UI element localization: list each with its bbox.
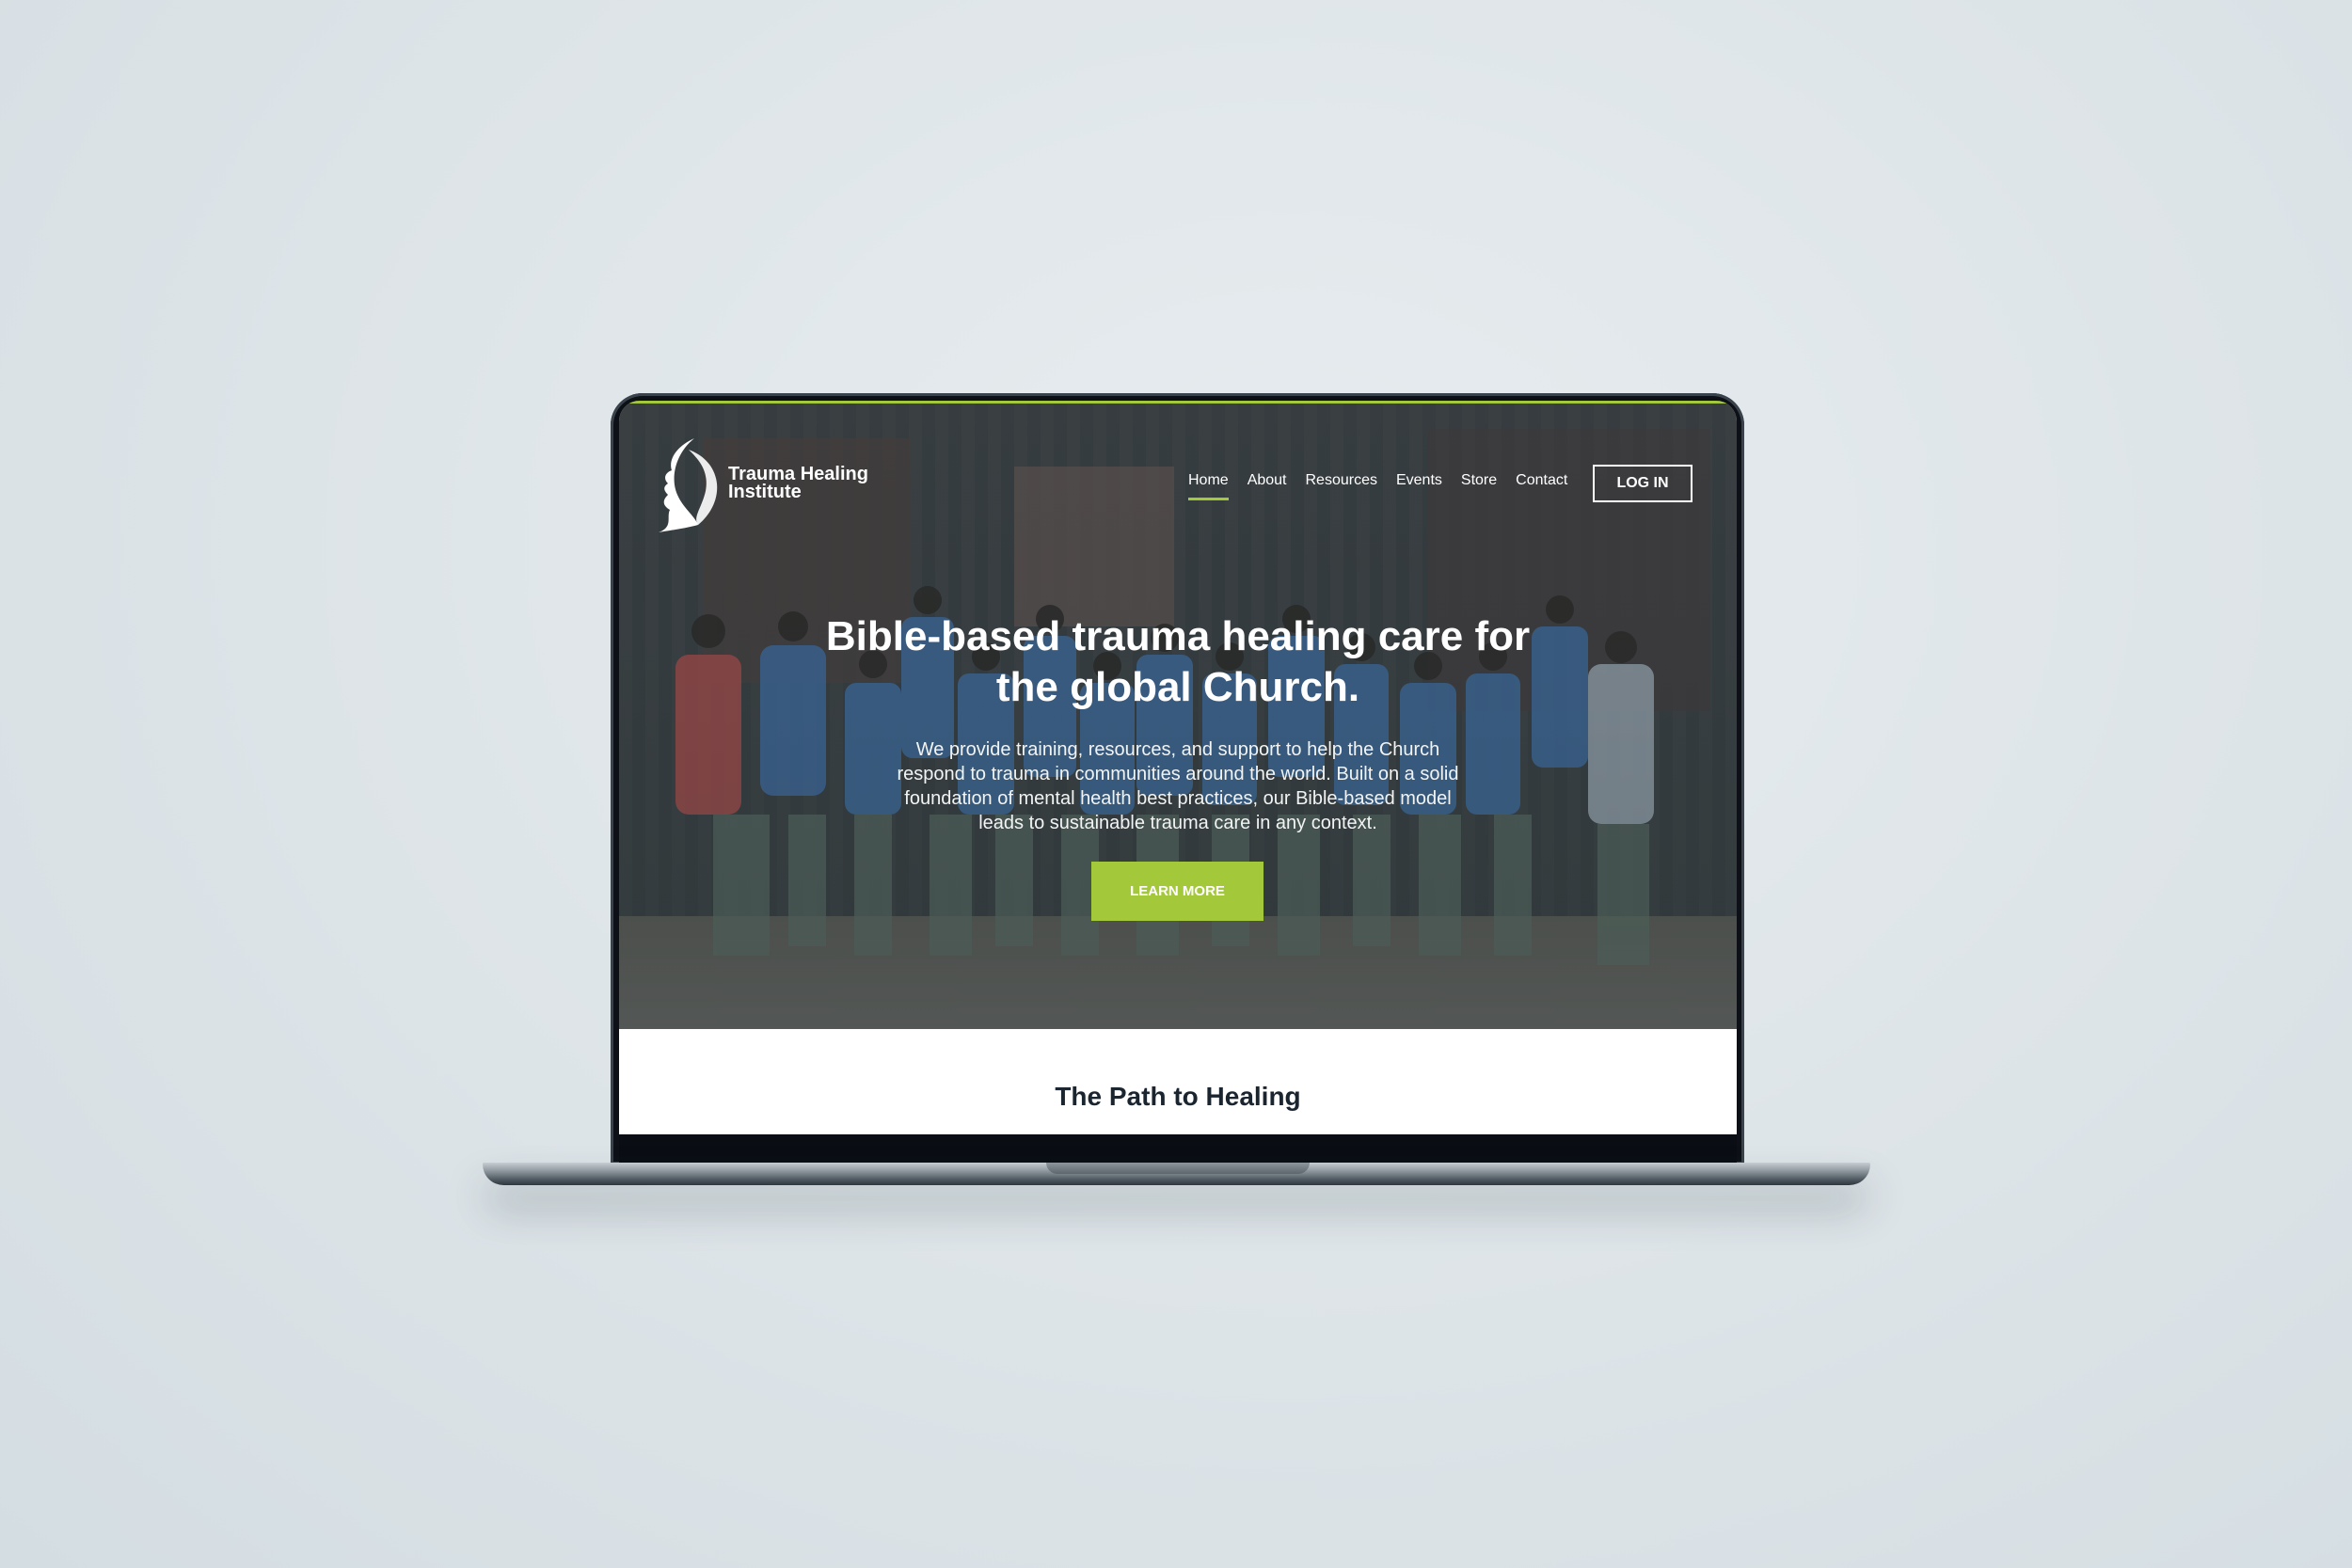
section-title: The Path to Healing — [1055, 1082, 1301, 1111]
path-to-healing-section: The Path to Healing — [619, 1029, 1737, 1134]
logo-text-line2: Institute — [728, 482, 802, 502]
main-nav: Home About Resources Events Store Contac… — [1188, 472, 1567, 500]
profile-face-icon — [659, 438, 718, 532]
learn-more-button[interactable]: LEARN MORE — [1091, 862, 1263, 921]
nav-item-store[interactable]: Store — [1461, 472, 1497, 500]
laptop-bottom-bezel — [619, 1134, 1737, 1163]
nav-item-contact[interactable]: Contact — [1516, 472, 1567, 500]
nav-item-events[interactable]: Events — [1396, 472, 1442, 500]
hero-description: We provide training, resources, and supp… — [897, 739, 1459, 833]
site-logo[interactable]: Trauma Healing Institute — [657, 435, 868, 532]
hero-title: Bible-based trauma healing care for the … — [825, 613, 1531, 710]
nav-item-home[interactable]: Home — [1188, 472, 1229, 500]
nav-item-about[interactable]: About — [1248, 472, 1287, 500]
nav-item-resources[interactable]: Resources — [1306, 472, 1377, 500]
login-button[interactable]: LOG IN — [1593, 465, 1692, 502]
hero-banner: Trauma Healing Institute Home About Reso… — [619, 401, 1737, 1029]
laptop-screen: Trauma Healing Institute Home About Reso… — [619, 401, 1737, 1134]
top-accent-line — [619, 401, 1737, 404]
laptop-base-notch — [1046, 1163, 1310, 1174]
